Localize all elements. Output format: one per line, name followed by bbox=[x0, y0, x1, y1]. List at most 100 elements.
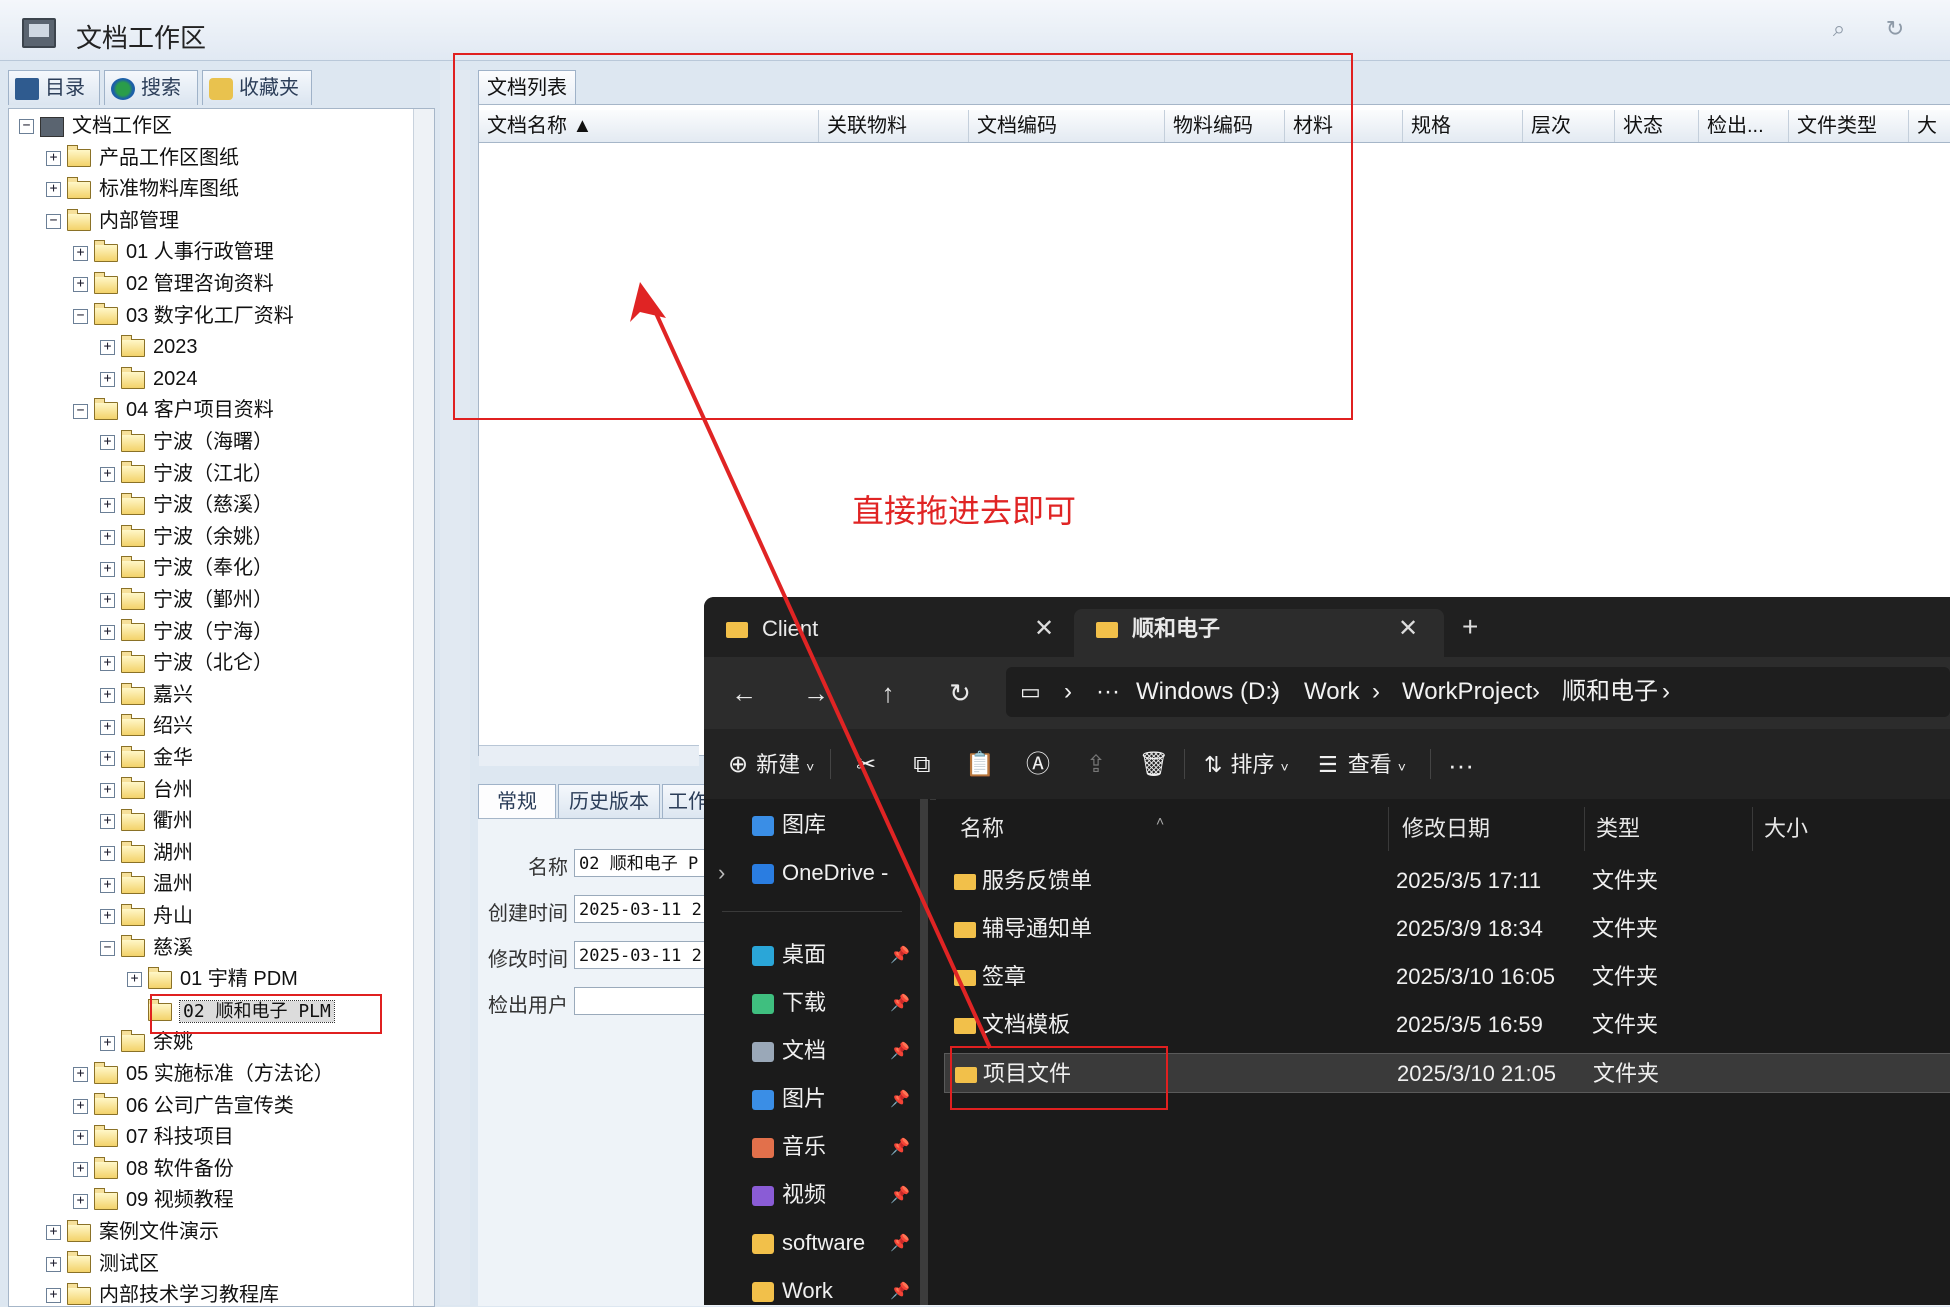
tab-general[interactable]: 常规 bbox=[478, 784, 556, 819]
tree-node[interactable]: − 内部管理 bbox=[46, 206, 179, 236]
tree-node[interactable]: + 宁波（海曙） bbox=[100, 427, 273, 457]
expand-icon[interactable]: + bbox=[73, 245, 88, 261]
pin-icon[interactable]: 📌 bbox=[890, 1281, 910, 1301]
column-header[interactable]: 大 bbox=[1909, 110, 1950, 142]
tree-node[interactable]: + 舟山 bbox=[100, 901, 193, 931]
expand-icon[interactable]: + bbox=[73, 277, 88, 293]
expand-icon[interactable]: + bbox=[127, 972, 142, 988]
expand-icon[interactable]: + bbox=[100, 530, 115, 546]
new-button[interactable]: ⊕ 新建 ˅ bbox=[728, 745, 814, 785]
tree-node[interactable]: + 台州 bbox=[100, 775, 193, 805]
sidebar-item[interactable]: Work bbox=[752, 1273, 833, 1305]
expand-icon[interactable]: + bbox=[46, 182, 61, 198]
expand-icon[interactable]: + bbox=[100, 498, 115, 514]
pin-icon[interactable]: 📌 bbox=[890, 1185, 910, 1205]
expand-icon[interactable]: + bbox=[100, 751, 115, 767]
tree-node[interactable]: − 慈溪 bbox=[100, 933, 193, 963]
pin-icon[interactable]: 📌 bbox=[890, 1137, 910, 1157]
chevron-right-icon[interactable]: › bbox=[1270, 667, 1278, 717]
pin-icon[interactable]: 📌 bbox=[890, 1041, 910, 1061]
tree-node[interactable]: − 文档工作区 bbox=[19, 111, 172, 141]
tree-node[interactable]: + 标准物料库图纸 bbox=[46, 174, 239, 204]
expand-icon[interactable]: + bbox=[46, 1225, 61, 1241]
collapse-icon[interactable]: − bbox=[100, 940, 115, 956]
tree-node[interactable]: +05 实施标准（方法论） bbox=[73, 1059, 334, 1089]
refresh-icon[interactable]: ↻ bbox=[940, 673, 980, 713]
sidebar-item[interactable]: 下载 bbox=[752, 985, 826, 1021]
expand-icon[interactable]: + bbox=[100, 1035, 115, 1051]
tree-node[interactable]: + 衢州 bbox=[100, 806, 193, 836]
tree-node[interactable]: + 宁波（慈溪） bbox=[100, 490, 273, 520]
tree-node[interactable]: + 案例文件演示 bbox=[46, 1217, 219, 1247]
file-row[interactable]: 文档模板 2025/3/5 16:59 文件夹 bbox=[944, 1005, 1950, 1045]
copy-icon[interactable]: ⧉ bbox=[904, 747, 940, 783]
close-tab-icon[interactable]: ✕ bbox=[1034, 609, 1054, 649]
tab-search[interactable]: 搜索 bbox=[104, 70, 198, 105]
tree-node[interactable]: +02 管理咨询资料 bbox=[73, 269, 274, 299]
view-button[interactable]: ☰ 查看 ˅ bbox=[1318, 745, 1406, 785]
created-time-field[interactable]: 2025-03-11 2 bbox=[574, 895, 714, 923]
forward-icon[interactable]: → bbox=[796, 673, 836, 713]
modified-time-field[interactable]: 2025-03-11 2 bbox=[574, 941, 714, 969]
tree-node[interactable]: + 宁波（宁海） bbox=[100, 617, 273, 647]
sidebar-item[interactable]: › OneDrive - bbox=[718, 855, 888, 891]
tree-node[interactable]: + 内部技术学习教程库 bbox=[46, 1280, 279, 1306]
chevron-right-icon[interactable]: › bbox=[1372, 667, 1380, 717]
tab-directory[interactable]: 目录 bbox=[8, 70, 100, 105]
tree-node[interactable]: + 金华 bbox=[100, 743, 193, 773]
file-row[interactable]: 辅导通知单 2025/3/9 18:34 文件夹 bbox=[944, 909, 1950, 949]
breadcrumb-more[interactable]: ··· bbox=[1096, 667, 1120, 717]
expand-icon[interactable]: + bbox=[100, 466, 115, 482]
column-name[interactable]: 名称 bbox=[960, 807, 1004, 851]
expand-icon[interactable]: + bbox=[100, 719, 115, 735]
expand-icon[interactable]: + bbox=[73, 1193, 88, 1209]
explorer-tab-client[interactable]: Client ✕ bbox=[704, 609, 1074, 657]
column-header[interactable]: 检出... bbox=[1699, 110, 1789, 142]
expand-icon[interactable]: + bbox=[100, 593, 115, 609]
column-date[interactable]: 修改日期 bbox=[1402, 807, 1490, 851]
cut-icon[interactable]: ✂ bbox=[848, 747, 884, 783]
collapse-icon[interactable]: − bbox=[73, 308, 88, 324]
address-bar[interactable]: ▭ › ··· Windows (D:) › Work › WorkProjec… bbox=[1006, 667, 1950, 717]
column-header[interactable]: 状态 bbox=[1615, 110, 1699, 142]
tree-node[interactable]: + 绍兴 bbox=[100, 711, 193, 741]
expand-icon[interactable]: + bbox=[100, 656, 115, 672]
tree-node[interactable]: + 宁波（奉化） bbox=[100, 553, 273, 583]
computer-icon[interactable]: ▭ bbox=[1020, 667, 1041, 717]
expand-icon[interactable]: + bbox=[100, 814, 115, 830]
tree-node[interactable]: + 嘉兴 bbox=[100, 680, 193, 710]
horizontal-scrollbar[interactable] bbox=[479, 745, 699, 766]
expand-icon[interactable]: + bbox=[73, 1098, 88, 1114]
tree-node[interactable]: + 湖州 bbox=[100, 838, 193, 868]
tree-scrollbar[interactable] bbox=[413, 109, 434, 1306]
sort-button[interactable]: ⇅ 排序 ˅ bbox=[1204, 745, 1289, 785]
expand-icon[interactable]: + bbox=[100, 624, 115, 640]
expand-icon[interactable]: + bbox=[100, 846, 115, 862]
tree-node[interactable]: + 温州 bbox=[100, 869, 193, 899]
close-tab-icon[interactable]: ✕ bbox=[1398, 609, 1418, 649]
collapse-icon[interactable]: − bbox=[46, 214, 61, 230]
expand-icon[interactable]: + bbox=[100, 435, 115, 451]
tree-node[interactable]: + 测试区 bbox=[46, 1249, 159, 1279]
sidebar-item[interactable]: 音乐 bbox=[752, 1129, 826, 1165]
expand-icon[interactable]: + bbox=[73, 1162, 88, 1178]
expand-icon[interactable]: + bbox=[100, 877, 115, 893]
chevron-right-icon[interactable]: › bbox=[1662, 667, 1670, 717]
sidebar-scrollbar[interactable] bbox=[920, 799, 928, 1305]
file-row[interactable]: 签章 2025/3/10 16:05 文件夹 bbox=[944, 957, 1950, 997]
expand-icon[interactable]: + bbox=[46, 1256, 61, 1272]
pin-icon[interactable]: 📌 bbox=[890, 945, 910, 965]
pin-icon[interactable]: 📌 bbox=[890, 993, 910, 1013]
expand-icon[interactable]: + bbox=[100, 782, 115, 798]
expand-icon[interactable]: + bbox=[100, 340, 115, 356]
tree-node[interactable]: +2023 bbox=[100, 332, 198, 362]
sidebar-item[interactable]: 图片 bbox=[752, 1081, 826, 1117]
pin-icon[interactable]: 📌 bbox=[890, 1089, 910, 1109]
tree-node[interactable]: +06 公司广告宣传类 bbox=[73, 1091, 294, 1121]
expand-icon[interactable]: + bbox=[46, 150, 61, 166]
tree-node[interactable]: +01 人事行政管理 bbox=[73, 237, 274, 267]
breadcrumb-current[interactable]: 顺和电子 bbox=[1562, 667, 1658, 717]
search-icon[interactable]: ⌕ bbox=[1824, 16, 1854, 46]
paste-icon[interactable]: 📋 bbox=[962, 747, 998, 783]
refresh-icon[interactable]: ↻ bbox=[1880, 16, 1910, 46]
